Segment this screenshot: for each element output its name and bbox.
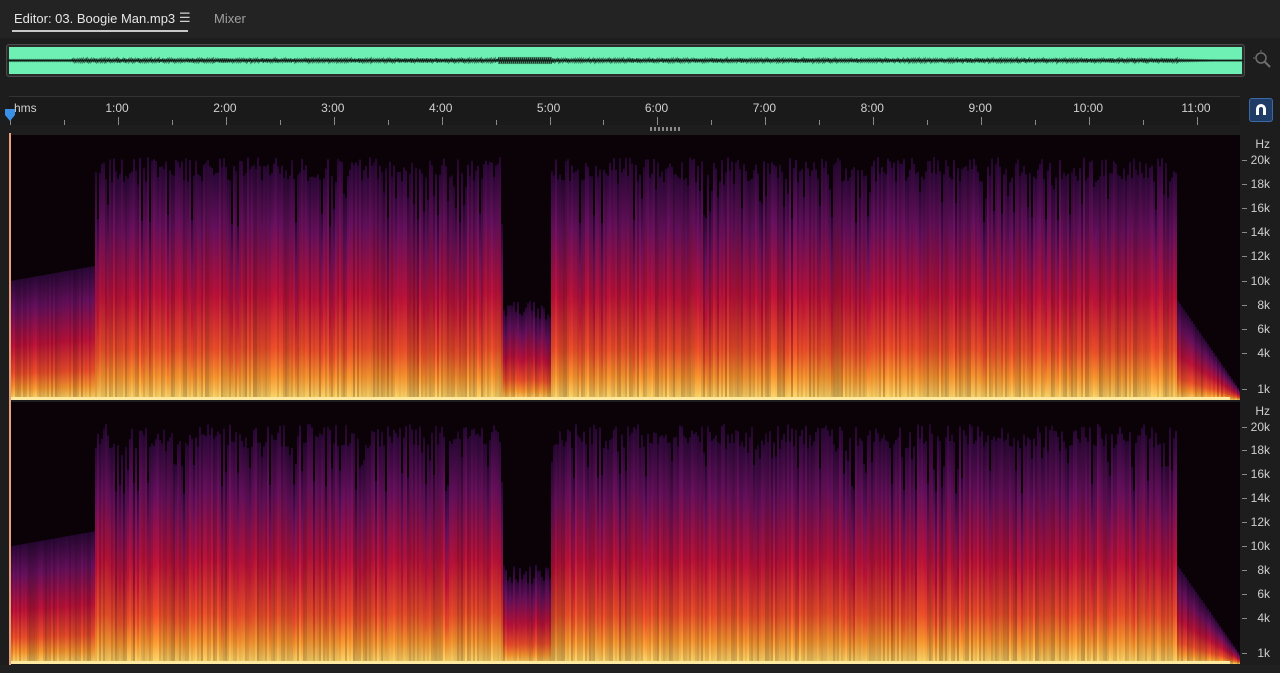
frequency-tick [1242, 184, 1247, 185]
ruler-tick [1142, 120, 1144, 125]
ruler-tick [225, 117, 227, 125]
frequency-tick [1242, 497, 1247, 499]
spectral-columns [11, 157, 1240, 400]
ruler-tick [873, 117, 875, 125]
ruler-time-label: 11:00 [1181, 101, 1211, 115]
spectrogram-channel-left[interactable] [11, 135, 1240, 400]
ruler-tick [927, 120, 929, 125]
ruler-tick [333, 117, 335, 125]
tab-mixer[interactable]: Mixer [214, 11, 246, 26]
frequency-tick [1242, 546, 1247, 548]
frequency-scale-right: Hz 20k 18k 16k 14k 12k 10k 8k 6k 4k 1k [1240, 402, 1280, 664]
ruler-tick [981, 117, 983, 125]
frequency-tick [1242, 160, 1247, 161]
frequency-unit-label: Hz [1255, 137, 1270, 151]
bottom-scrollbar[interactable] [0, 665, 1280, 673]
spectral-display-left [11, 157, 1240, 400]
ruler-tick [387, 120, 389, 125]
frequency-tick [1242, 426, 1247, 428]
frequency-label: 10k [1250, 539, 1270, 554]
frequency-label: 12k [1250, 249, 1270, 263]
frequency-label: 12k [1250, 514, 1270, 529]
frequency-label: 20k [1250, 419, 1270, 434]
frequency-label: 14k [1250, 490, 1270, 505]
ruler-tick [441, 117, 443, 125]
frequency-unit-label: Hz [1255, 404, 1270, 418]
ruler-tick [1196, 117, 1198, 125]
ruler-time-label: 7:00 [752, 101, 777, 115]
frequency-tick [1242, 208, 1247, 209]
ruler-tick [765, 117, 767, 125]
frequency-tick [1242, 450, 1247, 452]
snap-magnet-icon[interactable] [1249, 98, 1273, 122]
ruler-tick [171, 120, 173, 125]
overview-waveform-trace [7, 56, 1244, 65]
ruler-time-label: 3:00 [321, 101, 345, 115]
tab-editor[interactable]: Editor: 03. Boogie Man.mp3 [14, 11, 175, 26]
frequency-tick [1242, 305, 1247, 306]
ruler-time-label: 10:00 [1073, 101, 1104, 115]
ruler-tick [603, 120, 605, 125]
frequency-label: 4k [1257, 346, 1270, 360]
frequency-tick [1242, 474, 1247, 476]
hamburger-menu-icon[interactable]: ☰ [179, 11, 191, 24]
frequency-scale-left: Hz 20k 18k 16k 14k 12k 10k 8k 6k 4k 1k [1240, 135, 1280, 400]
ruler-time-label: 8:00 [860, 101, 884, 115]
ruler-tick [549, 117, 551, 125]
ruler-tick [657, 117, 659, 125]
frequency-label: 8k [1257, 563, 1270, 578]
spectral-baseline [11, 397, 1230, 400]
ruler-tick [495, 120, 497, 125]
ruler-tick [819, 120, 821, 125]
panel-resize-handle[interactable] [650, 127, 682, 131]
frequency-tick [1242, 232, 1247, 233]
frequency-tick [1242, 653, 1247, 655]
ruler-tick [117, 117, 119, 125]
panel-tab-bar: Editor: 03. Boogie Man.mp3 ☰ Mixer [0, 0, 1280, 38]
spectral-baseline [11, 661, 1230, 664]
frequency-label: 6k [1257, 322, 1270, 336]
ruler-unit-label: hms [14, 101, 37, 115]
frequency-tick [1242, 570, 1247, 572]
ruler-time-label: 6:00 [644, 101, 669, 115]
frequency-label: 16k [1250, 201, 1270, 215]
frequency-tick [1242, 256, 1247, 257]
frequency-label: 16k [1250, 467, 1270, 482]
frequency-tick [1242, 521, 1247, 523]
ruler-tick [63, 120, 65, 125]
ruler-time-label: 9:00 [968, 101, 992, 115]
frequency-tick [1242, 281, 1247, 282]
frequency-tick [1242, 353, 1247, 354]
frequency-label: 1k [1257, 382, 1270, 396]
active-tab-indicator [12, 30, 188, 32]
frequency-label: 4k [1257, 610, 1270, 625]
spectral-columns [11, 424, 1240, 664]
spectral-display-right [11, 424, 1240, 664]
frequency-tick [1242, 593, 1247, 595]
frequency-label: 6k [1257, 586, 1270, 601]
ruler-time-label: 1:00 [105, 101, 129, 115]
ruler-time-label: 5:00 [536, 101, 561, 115]
frequency-tick [1242, 617, 1247, 619]
frequency-label: 14k [1250, 225, 1270, 239]
frequency-tick [1242, 329, 1247, 330]
frequency-label: 18k [1250, 177, 1270, 191]
spectrogram-channel-right[interactable] [11, 402, 1240, 664]
ruler-time-label: 2:00 [213, 101, 237, 115]
frequency-label: 20k [1250, 153, 1270, 167]
ruler-time-label: 4:00 [429, 101, 453, 115]
playhead-marker-icon[interactable] [4, 108, 16, 122]
time-ruler[interactable]: hms 1:00 2:00 3:00 4:00 5:00 6:00 7:00 8:00 9:00… [9, 96, 1240, 125]
frequency-tick [1242, 389, 1247, 390]
frequency-label: 10k [1250, 274, 1270, 288]
ruler-tick [1035, 120, 1037, 125]
frequency-label: 8k [1257, 298, 1270, 312]
frequency-label: 18k [1250, 443, 1270, 458]
ruler-tick [711, 120, 713, 125]
ruler-tick [279, 120, 281, 125]
zoom-magnifier-icon[interactable] [1251, 48, 1273, 70]
frequency-label: 1k [1257, 646, 1270, 661]
overview-waveform[interactable] [6, 44, 1245, 77]
ruler-tick [1089, 117, 1090, 125]
